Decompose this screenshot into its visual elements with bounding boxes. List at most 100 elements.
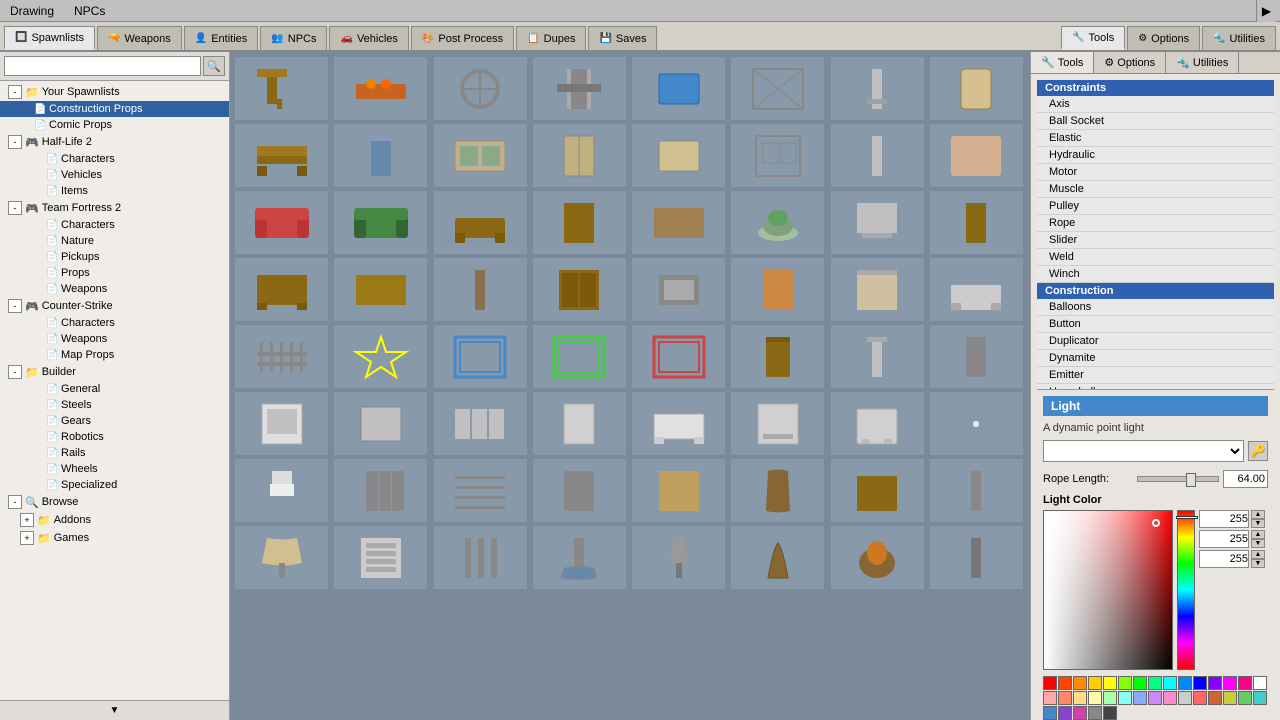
tree-item-hl2-vehicles[interactable]: 📄 Vehicles: [0, 167, 229, 183]
color-swatch[interactable]: [1043, 691, 1057, 705]
tree-item-counter-strike[interactable]: - 🎮 Counter-Strike: [0, 297, 229, 315]
tab-utilities[interactable]: 🔩 Utilities: [1202, 26, 1276, 50]
color-swatch[interactable]: [1073, 706, 1087, 720]
grid-item[interactable]: [929, 190, 1024, 255]
grid-item[interactable]: [631, 56, 726, 121]
grid-item[interactable]: [730, 123, 825, 188]
tree-item-tf2-characters[interactable]: 📄 Characters: [0, 217, 229, 233]
tab-dupes[interactable]: 📋 Dupes: [516, 26, 586, 50]
grid-item[interactable]: [532, 391, 627, 456]
tree-item-tf2-weapons[interactable]: 📄 Weapons: [0, 281, 229, 297]
grid-item[interactable]: [333, 458, 428, 523]
expand-games[interactable]: +: [20, 531, 34, 545]
tree-item-builder-robotics[interactable]: 📄 Robotics: [0, 429, 229, 445]
color-gradient[interactable]: [1043, 510, 1173, 670]
expand-builder[interactable]: -: [8, 365, 22, 379]
light-dropdown[interactable]: [1043, 440, 1244, 462]
grid-item[interactable]: [830, 123, 925, 188]
c-rope[interactable]: Rope: [1037, 215, 1274, 232]
rgb-g-input[interactable]: [1199, 530, 1249, 548]
c-muscle[interactable]: Muscle: [1037, 181, 1274, 198]
grid-item[interactable]: [929, 56, 1024, 121]
tab-saves[interactable]: 💾 Saves: [588, 26, 657, 50]
c-emitter[interactable]: Emitter: [1037, 367, 1274, 384]
tree-item-builder-wheels[interactable]: 📄 Wheels: [0, 461, 229, 477]
color-swatch[interactable]: [1238, 691, 1252, 705]
tree-item-your-spawnlists[interactable]: - 📁 Your Spawnlists: [0, 83, 229, 101]
color-swatch[interactable]: [1118, 691, 1132, 705]
tree-item-hl2-items[interactable]: 📄 Items: [0, 183, 229, 199]
color-swatch[interactable]: [1088, 691, 1102, 705]
c-motor[interactable]: Motor: [1037, 164, 1274, 181]
color-swatch[interactable]: [1208, 676, 1222, 690]
grid-item[interactable]: [333, 56, 428, 121]
expand-addons[interactable]: +: [20, 513, 34, 527]
color-swatch[interactable]: [1043, 706, 1057, 720]
grid-item[interactable]: [433, 190, 528, 255]
search-input[interactable]: [4, 56, 201, 76]
expand-browse[interactable]: -: [8, 495, 22, 509]
grid-item[interactable]: [532, 257, 627, 322]
grid-item[interactable]: [631, 391, 726, 456]
color-swatch[interactable]: [1238, 676, 1252, 690]
grid-item[interactable]: [830, 56, 925, 121]
grid-item[interactable]: [830, 525, 925, 590]
grid-item[interactable]: [830, 458, 925, 523]
color-swatch[interactable]: [1223, 691, 1237, 705]
tree-item-addons[interactable]: + 📁 Addons: [0, 511, 229, 529]
grid-item[interactable]: [433, 324, 528, 389]
tree-item-builder[interactable]: - 📁 Builder: [0, 363, 229, 381]
tree-item-builder-general[interactable]: 📄 General: [0, 381, 229, 397]
grid-item[interactable]: [333, 324, 428, 389]
grid-item[interactable]: [532, 458, 627, 523]
c-balloons[interactable]: Balloons: [1037, 299, 1274, 316]
grid-item[interactable]: [234, 324, 329, 389]
menu-drawing[interactable]: Drawing: [4, 2, 60, 20]
center-grid[interactable]: [230, 52, 1030, 720]
color-swatch[interactable]: [1058, 706, 1072, 720]
tree-item-tf2-nature[interactable]: 📄 Nature: [0, 233, 229, 249]
grid-item[interactable]: [333, 257, 428, 322]
color-swatch[interactable]: [1133, 691, 1147, 705]
grid-item[interactable]: [730, 525, 825, 590]
color-swatch[interactable]: [1193, 676, 1207, 690]
color-swatch[interactable]: [1043, 676, 1057, 690]
grid-item[interactable]: [830, 391, 925, 456]
grid-item[interactable]: [433, 458, 528, 523]
grid-item[interactable]: [730, 257, 825, 322]
color-swatch[interactable]: [1253, 691, 1267, 705]
grid-item[interactable]: [234, 257, 329, 322]
rope-length-value[interactable]: 64.00: [1223, 470, 1268, 488]
grid-item[interactable]: [631, 525, 726, 590]
color-swatch[interactable]: [1103, 676, 1117, 690]
grid-item[interactable]: [730, 190, 825, 255]
color-swatch[interactable]: [1148, 676, 1162, 690]
c-axis[interactable]: Axis: [1037, 96, 1274, 113]
light-tab-options[interactable]: ⚙ Options: [1094, 52, 1166, 73]
grid-item[interactable]: [532, 190, 627, 255]
tree-item-half-life-2[interactable]: - 🎮 Half-Life 2: [0, 133, 229, 151]
expand-team-fortress-2[interactable]: -: [8, 201, 22, 215]
tree-item-cs-characters[interactable]: 📄 Characters: [0, 315, 229, 331]
color-swatch[interactable]: [1253, 676, 1267, 690]
color-swatch[interactable]: [1058, 691, 1072, 705]
color-swatch[interactable]: [1073, 691, 1087, 705]
color-swatch[interactable]: [1208, 691, 1222, 705]
color-swatch[interactable]: [1088, 676, 1102, 690]
tab-npcs[interactable]: 👥 NPCs: [260, 26, 327, 50]
color-swatch[interactable]: [1163, 691, 1177, 705]
grid-item[interactable]: [929, 123, 1024, 188]
tree-item-builder-specialized[interactable]: 📄 Specialized: [0, 477, 229, 493]
tree-item-browse[interactable]: - 🔍 Browse: [0, 493, 229, 511]
tree-item-tf2-pickups[interactable]: 📄 Pickups: [0, 249, 229, 265]
color-swatch[interactable]: [1148, 691, 1162, 705]
grid-item[interactable]: [433, 391, 528, 456]
color-swatch[interactable]: [1223, 676, 1237, 690]
tree-item-tf2-props[interactable]: 📄 Props: [0, 265, 229, 281]
c-button[interactable]: Button: [1037, 316, 1274, 333]
grid-item[interactable]: [730, 391, 825, 456]
grid-item[interactable]: [929, 458, 1024, 523]
grid-item[interactable]: [234, 391, 329, 456]
c-dynamite[interactable]: Dynamite: [1037, 350, 1274, 367]
light-tab-utilities[interactable]: 🔩 Utilities: [1166, 52, 1239, 73]
